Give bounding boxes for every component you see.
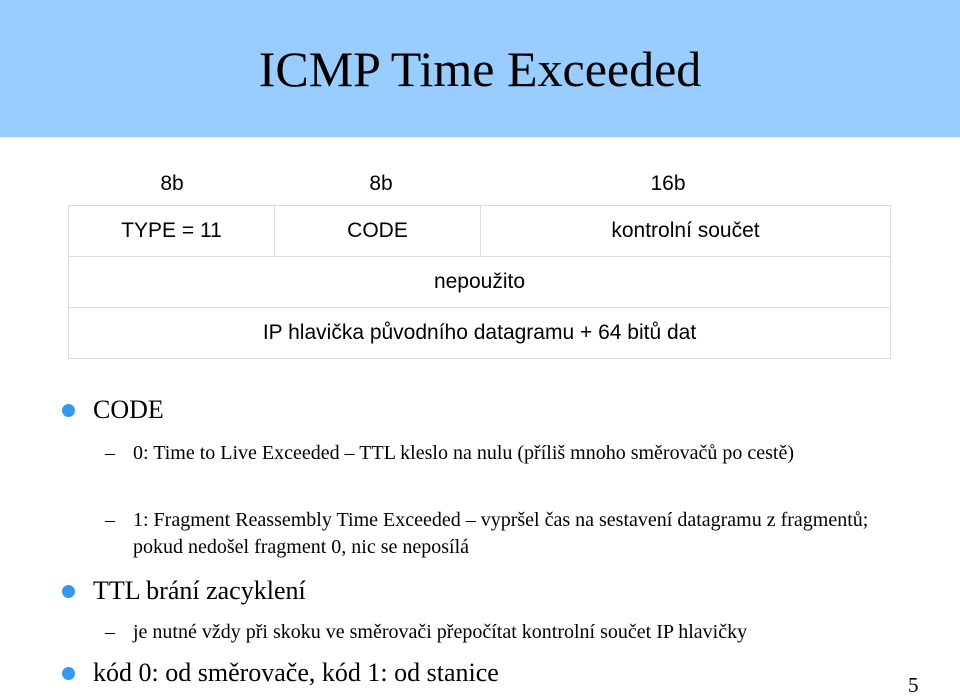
type-field: TYPE = 11 (68, 205, 275, 257)
bullet-text: kód 0: od směrovače, kód 1: od stanice (93, 658, 499, 687)
bit-width-label: 16b (650, 172, 686, 195)
bullet-icon (62, 585, 75, 598)
checksum-field: kontrolní součet (480, 205, 891, 257)
packet-row: TYPE = 11 CODE kontrolní součet (68, 205, 891, 257)
bullet-icon (62, 404, 75, 417)
dash-icon: – (105, 442, 115, 464)
slide-title: ICMP Time Exceeded (258, 41, 702, 97)
dash-icon: – (105, 621, 115, 643)
packet-row: IP hlavička původního datagramu + 64 bit… (68, 307, 891, 359)
bullet-text: CODE (93, 395, 164, 424)
bit-width-label: 8b (160, 172, 184, 195)
code-field: CODE (274, 205, 481, 257)
dash-icon: – (105, 509, 115, 531)
packet-row: nepoužito (68, 256, 891, 308)
slide-header: ICMP Time Exceeded (0, 0, 960, 137)
sub-bullet-text: 1: Fragment Reassembly Time Exceeded – v… (133, 509, 869, 558)
bit-width-label: 8b (369, 172, 393, 195)
sub-bullet-text: je nutné vždy při skoku ve směrovači pře… (133, 621, 748, 643)
bullet-icon (62, 667, 75, 680)
ip-header-field: IP hlavička původního datagramu + 64 bit… (68, 307, 891, 359)
bullet-text: TTL brání zacyklení (93, 576, 306, 605)
packet-table: TYPE = 11 CODE kontrolní součet nepoužit… (68, 205, 891, 359)
sub-bullet-text: 0: Time to Live Exceeded – TTL kleslo na… (133, 442, 794, 464)
unused-field: nepoužito (68, 256, 891, 308)
page-number: 5 (908, 673, 919, 697)
